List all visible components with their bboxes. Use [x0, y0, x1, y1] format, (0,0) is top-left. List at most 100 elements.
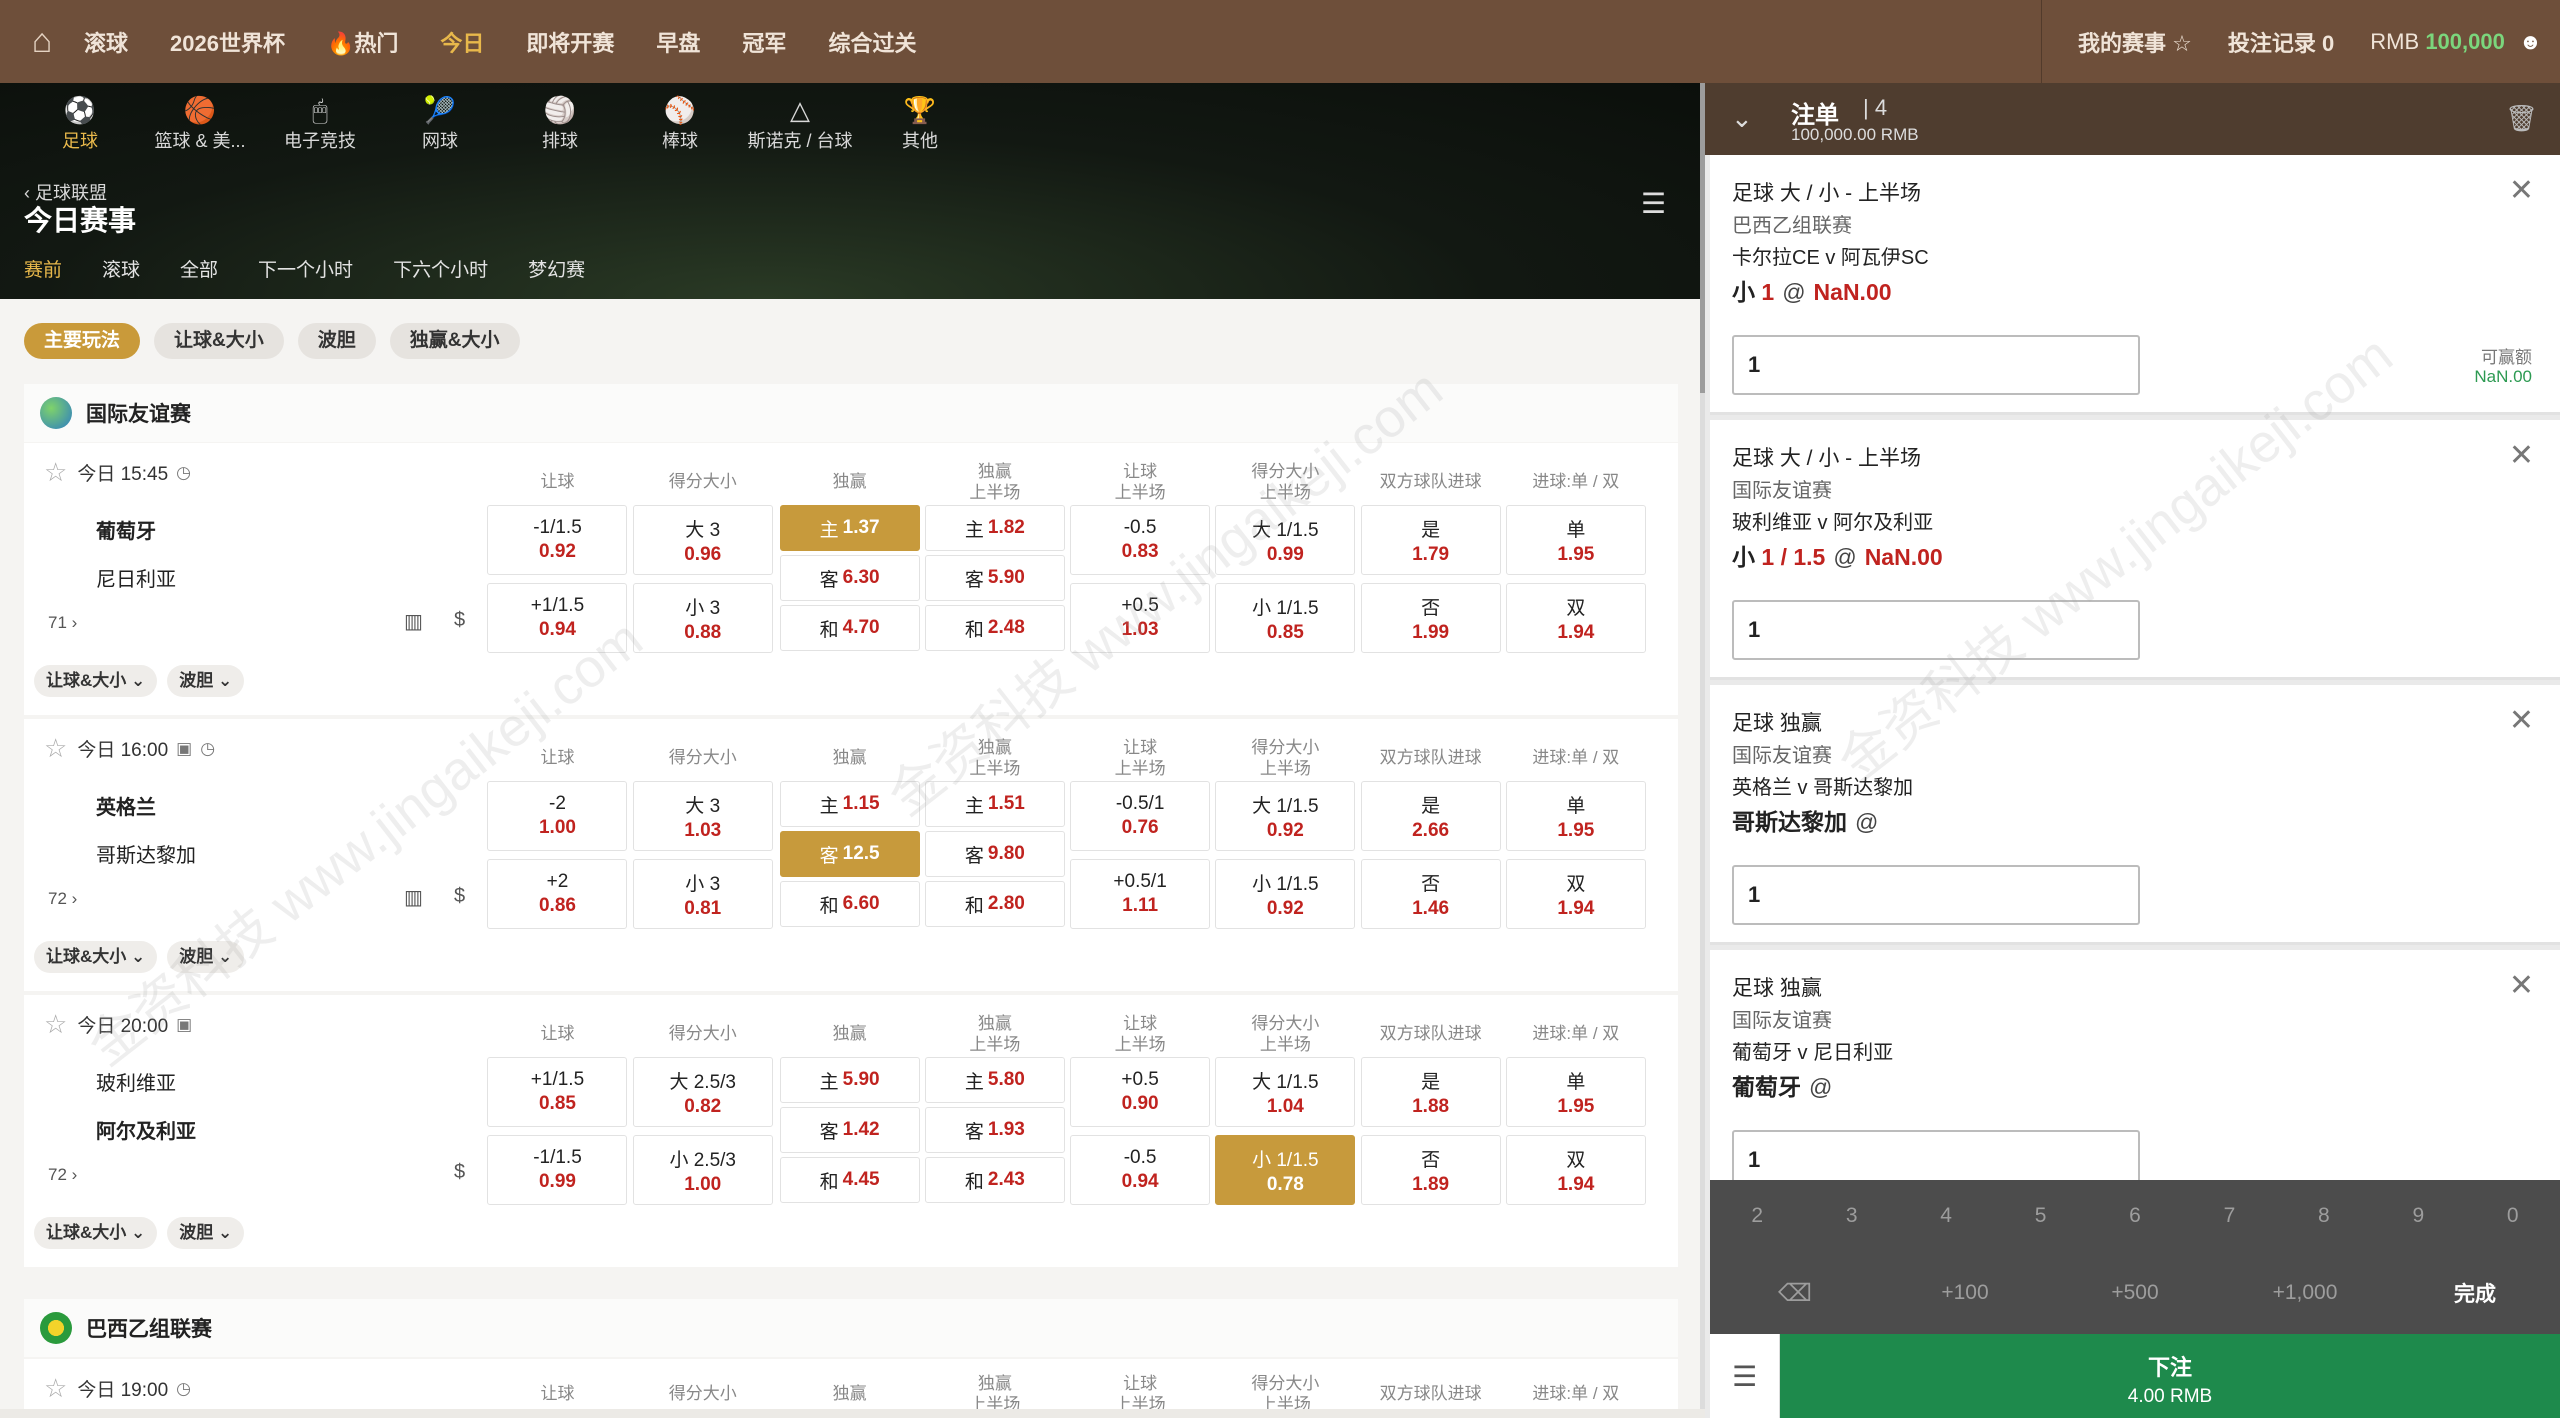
odds-cell[interactable]: 双 1.94: [1505, 583, 1646, 653]
odds-cell[interactable]: -1/1.5 0.92: [487, 505, 628, 575]
odds-cell[interactable]: -2 1.00: [487, 781, 628, 851]
nav-early[interactable]: 早盘: [656, 26, 700, 58]
tab-all[interactable]: 全部: [180, 255, 218, 282]
odds-cell[interactable]: -0.5 0.83: [1070, 505, 1211, 575]
league-header[interactable]: 巴西乙组联赛: [24, 1299, 1678, 1357]
away-team[interactable]: 尼日利亚: [96, 563, 176, 592]
tag-handicap-ou[interactable]: 让球&大小 ⌄: [34, 941, 158, 973]
star-icon[interactable]: ☆: [44, 1373, 67, 1404]
star-icon[interactable]: ☆: [44, 733, 67, 764]
stats-icon[interactable]: ▥: [404, 885, 423, 910]
keypad-key[interactable]: 5: [1993, 1204, 2087, 1228]
odds-cell[interactable]: 大 1/1.5 0.99: [1215, 505, 1356, 575]
sport-tab-baseball[interactable]: ⚾ 棒球: [620, 93, 740, 153]
tag-handicap-ou[interactable]: 让球&大小 ⌄: [34, 665, 158, 697]
odds-cell[interactable]: 主 5.80: [924, 1057, 1065, 1103]
odds-cell[interactable]: 小 3 0.88: [632, 583, 773, 653]
odds-cell[interactable]: 和 4.45: [779, 1157, 920, 1203]
odds-cell[interactable]: 客 1.42: [779, 1107, 920, 1153]
odds-cell[interactable]: +0.5/1 1.11: [1070, 859, 1211, 929]
home-team[interactable]: 玻利维亚: [96, 1067, 176, 1096]
nav-outright[interactable]: 冠军: [742, 26, 786, 58]
odds-cell[interactable]: 是 2.66: [1360, 781, 1501, 851]
cashout-icon[interactable]: $: [454, 1161, 465, 1184]
odds-cell[interactable]: 是 1.79: [1360, 505, 1501, 575]
sport-tab-snooker[interactable]: △ 斯诺克 / 台球: [740, 93, 860, 153]
odds-cell[interactable]: 是 1.88: [1360, 1057, 1501, 1127]
close-icon[interactable]: ✕: [2509, 438, 2534, 473]
keypad-key[interactable]: 9: [2371, 1204, 2465, 1228]
sport-tab-other[interactable]: 🏆 其他: [860, 93, 980, 153]
user-icon[interactable]: ☻: [2519, 29, 2542, 55]
star-icon[interactable]: ☆: [44, 457, 67, 488]
pill-correct-score[interactable]: 波胆: [297, 323, 376, 359]
odds-cell[interactable]: +0.5 1.03: [1070, 583, 1211, 653]
odds-cell[interactable]: 小 1/1.5 0.85: [1215, 583, 1356, 653]
tag-correct-score[interactable]: 波胆 ⌄: [167, 665, 245, 697]
odds-cell[interactable]: +1/1.5 0.94: [487, 583, 628, 653]
odds-cell[interactable]: 大 1/1.5 0.92: [1215, 781, 1356, 851]
quick-add-1000[interactable]: +1,000: [2220, 1281, 2390, 1305]
keypad-key[interactable]: 4: [1899, 1204, 1993, 1228]
tag-handicap-ou[interactable]: 让球&大小 ⌄: [34, 1217, 158, 1249]
odds-cell[interactable]: -1/1.5 0.99: [487, 1135, 628, 1205]
done-button[interactable]: 完成: [2390, 1278, 2560, 1308]
quick-add-100[interactable]: +100: [1880, 1281, 2050, 1305]
keypad-key[interactable]: 7: [2182, 1204, 2276, 1228]
home-team[interactable]: 英格兰: [96, 791, 156, 820]
sport-tab-basketball[interactable]: 🏀 篮球 & 美...: [140, 93, 260, 153]
league-header[interactable]: 国际友谊赛: [24, 384, 1678, 442]
odds-cell[interactable]: -0.5/1 0.76: [1070, 781, 1211, 851]
odds-cell[interactable]: 小 1/1.5 0.92: [1215, 859, 1356, 929]
nav-live[interactable]: 滚球: [84, 26, 128, 58]
tab-fantasy[interactable]: 梦幻赛: [528, 255, 585, 282]
odds-cell[interactable]: 小 1/1.5 0.78: [1215, 1135, 1356, 1205]
betslip-header[interactable]: ⌄ 注单 | 4 100,000.00 RMB 🗑: [1705, 83, 2560, 155]
star-icon[interactable]: ☆: [44, 1009, 67, 1040]
keypad-key[interactable]: 0: [2466, 1204, 2560, 1228]
tag-correct-score[interactable]: 波胆 ⌄: [167, 1217, 245, 1249]
cashout-icon[interactable]: $: [454, 885, 465, 908]
settings-sliders-icon[interactable]: ☰: [1710, 1334, 1780, 1418]
odds-cell[interactable]: 客 5.90: [924, 555, 1065, 601]
my-matches-link[interactable]: 我的赛事 ☆: [2078, 26, 2192, 58]
odds-cell[interactable]: 双 1.94: [1505, 859, 1646, 929]
odds-cell[interactable]: 主 5.90: [779, 1057, 920, 1103]
stake-input[interactable]: 1: [1732, 865, 2140, 925]
odds-cell[interactable]: 客 6.30: [779, 555, 920, 601]
odds-cell[interactable]: 否 1.99: [1360, 583, 1501, 653]
pill-main[interactable]: 主要玩法: [24, 323, 141, 359]
tab-live[interactable]: 滚球: [102, 255, 140, 282]
stake-input[interactable]: 1: [1732, 600, 2140, 660]
odds-cell[interactable]: 主 1.51: [924, 781, 1065, 827]
pill-handicap-ou[interactable]: 让球&大小: [154, 323, 284, 359]
odds-cell[interactable]: 大 2.5/3 0.82: [632, 1057, 773, 1127]
odds-cell[interactable]: 主 1.15: [779, 781, 920, 827]
nav-worldcup[interactable]: 2026世界杯: [170, 26, 285, 58]
nav-parlay[interactable]: 综合过关: [828, 26, 916, 58]
odds-cell[interactable]: 大 1/1.5 1.04: [1215, 1057, 1356, 1127]
odds-cell[interactable]: 双 1.94: [1505, 1135, 1646, 1205]
odds-cell[interactable]: 和 2.48: [924, 605, 1065, 651]
filter-icon[interactable]: ☰: [1641, 187, 1666, 220]
nav-today[interactable]: 今日: [440, 26, 484, 58]
odds-cell[interactable]: 和 4.70: [779, 605, 920, 651]
close-icon[interactable]: ✕: [2509, 703, 2534, 738]
sport-tab-tennis[interactable]: 🎾 网球: [380, 93, 500, 153]
quick-add-500[interactable]: +500: [2050, 1281, 2220, 1305]
close-icon[interactable]: ✕: [2509, 173, 2534, 208]
more-markets-count[interactable]: 72 ›: [48, 1165, 77, 1185]
away-team[interactable]: 阿尔及利亚: [96, 1115, 196, 1144]
odds-cell[interactable]: 和 6.60: [779, 881, 920, 927]
odds-cell[interactable]: 否 1.89: [1360, 1135, 1501, 1205]
backspace-icon[interactable]: ⌫: [1710, 1279, 1880, 1308]
trash-icon[interactable]: 🗑: [2505, 103, 2538, 134]
keypad-key[interactable]: 8: [2277, 1204, 2371, 1228]
odds-cell[interactable]: +1/1.5 0.85: [487, 1057, 628, 1127]
tab-prematch[interactable]: 赛前: [24, 255, 62, 282]
odds-cell[interactable]: 小 3 0.81: [632, 859, 773, 929]
cashout-icon[interactable]: $: [454, 609, 465, 632]
bet-records-link[interactable]: 投注记录 0: [2228, 26, 2334, 58]
odds-cell[interactable]: 客 1.93: [924, 1107, 1065, 1153]
nav-hot[interactable]: 🔥热门: [327, 26, 398, 58]
